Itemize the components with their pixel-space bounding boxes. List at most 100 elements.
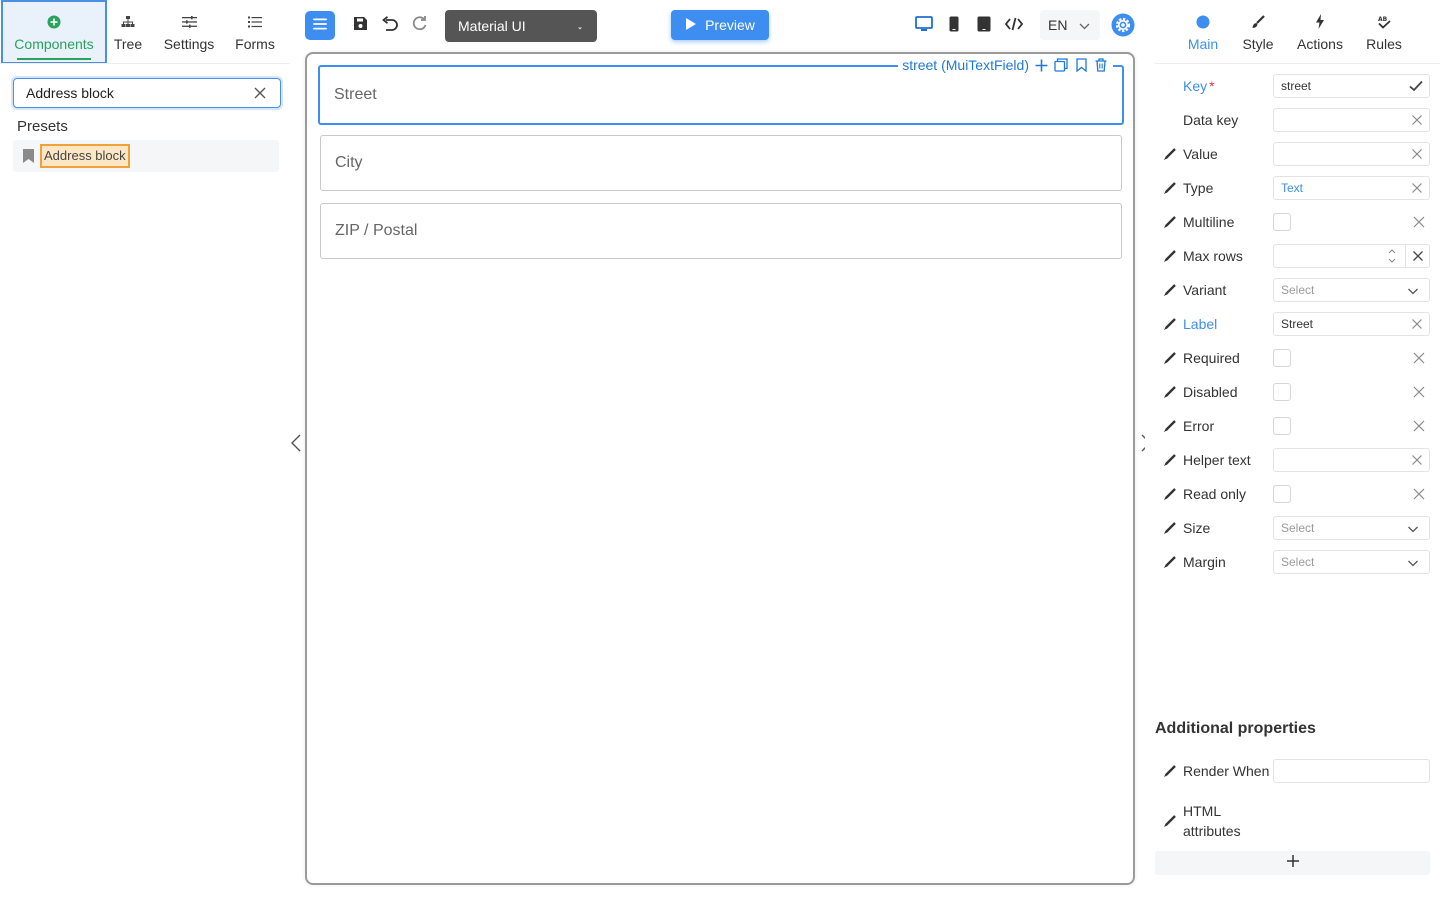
bookmark-icon[interactable] bbox=[1073, 57, 1089, 73]
prop-label: Label bbox=[1183, 316, 1218, 332]
pencil-icon[interactable] bbox=[1155, 215, 1183, 229]
pencil-icon[interactable] bbox=[1155, 385, 1183, 399]
required-checkbox[interactable] bbox=[1273, 349, 1291, 367]
tab-tree[interactable]: Tree bbox=[107, 0, 149, 64]
variant-select[interactable]: Select bbox=[1273, 278, 1430, 302]
helper-text-input[interactable] bbox=[1273, 448, 1430, 472]
duplicate-icon[interactable] bbox=[1053, 57, 1069, 73]
disabled-checkbox[interactable] bbox=[1273, 383, 1291, 401]
search-field[interactable] bbox=[13, 78, 281, 108]
redo-button[interactable] bbox=[408, 12, 432, 40]
redo-icon bbox=[411, 15, 429, 37]
select-placeholder: Select bbox=[1281, 283, 1315, 297]
render-when-input[interactable] bbox=[1273, 759, 1430, 783]
preset-item[interactable]: Address block bbox=[13, 140, 279, 172]
pencil-icon[interactable] bbox=[1155, 521, 1183, 535]
theme-select[interactable]: Material UI bbox=[445, 10, 597, 42]
prop-type: Type Text bbox=[1155, 171, 1440, 205]
clear-icon[interactable] bbox=[1412, 487, 1426, 501]
spinner-icon[interactable] bbox=[1387, 248, 1397, 264]
tab-style[interactable]: Style bbox=[1239, 0, 1277, 64]
clear-icon[interactable] bbox=[1411, 182, 1423, 194]
plus-circle-icon bbox=[47, 13, 61, 31]
text-field-street[interactable]: Street street (MuiTextField) bbox=[318, 55, 1124, 125]
tab-main[interactable]: Main bbox=[1183, 0, 1223, 64]
tab-actions[interactable]: Actions bbox=[1293, 0, 1347, 64]
clear-icon[interactable] bbox=[252, 85, 268, 101]
pencil-icon[interactable] bbox=[1155, 419, 1183, 433]
clear-icon[interactable] bbox=[1411, 454, 1423, 466]
svg-text:AB: AB bbox=[1378, 16, 1388, 23]
prop-size: Size Select bbox=[1155, 511, 1440, 545]
prop-read-only: Read only bbox=[1155, 477, 1440, 511]
margin-select[interactable]: Select bbox=[1273, 550, 1430, 574]
clear-icon[interactable] bbox=[1411, 148, 1423, 160]
tab-settings[interactable]: Settings bbox=[157, 0, 221, 64]
clear-icon[interactable] bbox=[1412, 215, 1426, 229]
pencil-icon[interactable] bbox=[1155, 453, 1183, 467]
prop-label: Label Street bbox=[1155, 307, 1440, 341]
trash-icon[interactable] bbox=[1093, 57, 1109, 73]
tab-forms[interactable]: Forms bbox=[229, 0, 281, 64]
pencil-icon[interactable] bbox=[1155, 249, 1183, 263]
search-input[interactable] bbox=[26, 85, 252, 101]
collapse-left-panel-chevron-icon[interactable] bbox=[288, 433, 304, 453]
clear-icon[interactable] bbox=[1412, 385, 1426, 399]
clear-icon[interactable] bbox=[1412, 419, 1426, 433]
menu-button[interactable] bbox=[305, 11, 335, 40]
language-select[interactable]: EN bbox=[1040, 10, 1100, 40]
value-input[interactable] bbox=[1273, 142, 1430, 166]
pencil-icon[interactable] bbox=[1155, 351, 1183, 365]
error-checkbox[interactable] bbox=[1273, 417, 1291, 435]
preview-label: Preview bbox=[705, 17, 755, 33]
prop-label: Data key bbox=[1183, 112, 1239, 128]
tab-rules[interactable]: AB Rules bbox=[1363, 0, 1405, 64]
size-select[interactable]: Select bbox=[1273, 516, 1430, 540]
pencil-icon[interactable] bbox=[1155, 764, 1183, 778]
tab-components[interactable]: Components bbox=[1, 0, 107, 64]
label-input[interactable]: Street bbox=[1273, 312, 1430, 336]
desktop-view-button[interactable] bbox=[912, 12, 936, 40]
clear-icon[interactable] bbox=[1412, 351, 1426, 365]
tablet-view-button[interactable] bbox=[972, 12, 996, 40]
text-field-zip[interactable]: ZIP / Postal bbox=[320, 203, 1122, 259]
add-property-button[interactable] bbox=[1155, 851, 1430, 875]
pencil-icon[interactable] bbox=[1155, 317, 1183, 331]
mobile-view-button[interactable] bbox=[942, 12, 966, 40]
tab-label: Components bbox=[14, 35, 94, 52]
clear-icon[interactable] bbox=[1405, 245, 1429, 267]
add-icon[interactable] bbox=[1033, 57, 1049, 73]
form-canvas: Street street (MuiTextField) City ZIP / … bbox=[305, 52, 1135, 885]
pencil-icon[interactable] bbox=[1155, 555, 1183, 569]
type-input[interactable]: Text bbox=[1273, 176, 1430, 200]
clear-icon[interactable] bbox=[1411, 318, 1423, 330]
clear-icon[interactable] bbox=[1411, 114, 1423, 126]
prop-value: Value bbox=[1155, 137, 1440, 171]
chevron-down-icon bbox=[1079, 17, 1090, 33]
language-value: EN bbox=[1048, 17, 1068, 33]
code-view-button[interactable] bbox=[1002, 12, 1026, 40]
pencil-icon[interactable] bbox=[1155, 814, 1183, 828]
left-tabs: Components Tree Settings Forms bbox=[0, 0, 290, 64]
pencil-icon[interactable] bbox=[1155, 487, 1183, 501]
pencil-icon[interactable] bbox=[1155, 181, 1183, 195]
pencil-icon[interactable] bbox=[1155, 147, 1183, 161]
data-key-input[interactable] bbox=[1273, 108, 1430, 132]
pencil-icon[interactable] bbox=[1155, 283, 1183, 297]
gear-icon[interactable] bbox=[1111, 13, 1135, 37]
prop-label: Value bbox=[1183, 146, 1218, 162]
max-rows-number-input[interactable] bbox=[1273, 244, 1430, 268]
tab-label: Settings bbox=[163, 35, 215, 52]
check-icon[interactable] bbox=[1409, 80, 1423, 92]
preview-button[interactable]: Preview bbox=[671, 10, 769, 40]
read-only-checkbox[interactable] bbox=[1273, 485, 1291, 503]
tab-label: Main bbox=[1187, 35, 1219, 52]
save-button[interactable] bbox=[348, 12, 372, 40]
desktop-icon bbox=[915, 15, 933, 37]
text-field-city[interactable]: City bbox=[320, 135, 1122, 191]
key-input[interactable]: street bbox=[1273, 74, 1430, 98]
caret-down-icon bbox=[576, 18, 584, 34]
undo-button[interactable] bbox=[378, 12, 402, 40]
prop-label: Required bbox=[1183, 350, 1240, 366]
multiline-checkbox[interactable] bbox=[1273, 213, 1291, 231]
